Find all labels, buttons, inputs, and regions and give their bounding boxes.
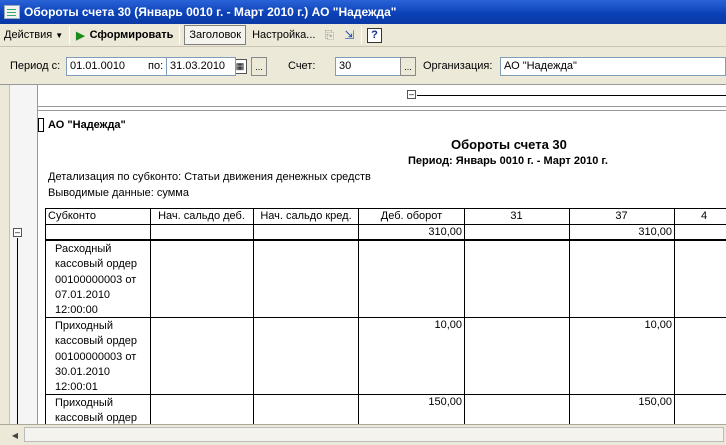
col-deb-turnover-header: Деб. оборот bbox=[359, 208, 465, 225]
header-toggle-label: Заголовок bbox=[189, 29, 242, 41]
form-report-button[interactable]: ▶ Сформировать bbox=[72, 25, 177, 45]
form-report-label: Сформировать bbox=[89, 29, 174, 41]
table-cell bbox=[674, 240, 726, 318]
table-cell bbox=[254, 317, 359, 395]
row-collapse-icon[interactable]: – bbox=[13, 228, 22, 237]
dropdown-arrow-icon: ▼ bbox=[55, 30, 64, 40]
table-cell bbox=[359, 240, 465, 318]
table-cell bbox=[464, 317, 570, 395]
report-detail: Детализация по субконто: Статьи движения… bbox=[48, 171, 371, 183]
column-group-line bbox=[417, 95, 726, 96]
settings-label: Настройка... bbox=[252, 29, 316, 41]
table-cell bbox=[254, 224, 359, 241]
col-4-header: 4 bbox=[674, 208, 726, 225]
period-from-label: Период с: bbox=[10, 60, 61, 72]
window-title: Обороты счета 30 (Январь 0010 г. - Март … bbox=[24, 5, 397, 19]
period-to-input[interactable]: 31.03.2010 bbox=[166, 57, 236, 76]
organization-input[interactable]: АО "Надежда" bbox=[500, 57, 726, 76]
table-cell bbox=[674, 394, 726, 424]
table-cell bbox=[464, 224, 570, 241]
report-window-icon bbox=[4, 5, 20, 19]
table-cell: 10,00 bbox=[569, 317, 675, 395]
organization-label: Организация: bbox=[423, 60, 493, 72]
table-row-subkonto: Расходный кассовый ордер 00100000003 от … bbox=[45, 240, 151, 318]
account-select-button[interactable]: ... bbox=[400, 57, 416, 76]
table-cell bbox=[569, 240, 675, 318]
table-cell bbox=[464, 394, 570, 424]
table-row-total-subkonto bbox=[45, 224, 151, 241]
table-cell bbox=[254, 394, 359, 424]
actions-menu[interactable]: Действия ▼ bbox=[0, 25, 67, 45]
table-cell bbox=[464, 240, 570, 318]
table-cell: 310,00 bbox=[569, 224, 675, 241]
help-button[interactable]: ? bbox=[364, 25, 384, 45]
row-group-line bbox=[17, 238, 18, 424]
scroll-track[interactable] bbox=[24, 427, 724, 442]
toolbar-separator bbox=[179, 26, 181, 44]
settings-button[interactable]: Настройка... bbox=[248, 25, 319, 45]
account-input[interactable]: 30 bbox=[335, 57, 401, 76]
period-to-label: по: bbox=[148, 60, 164, 72]
table-cell bbox=[674, 224, 726, 241]
table-cell: 10,00 bbox=[359, 317, 465, 395]
play-icon: ▶ bbox=[76, 29, 85, 42]
table-cell: 310,00 bbox=[359, 224, 465, 241]
table-row-subkonto: Приходный кассовый ордер bbox=[45, 394, 151, 424]
table-cell: 150,00 bbox=[569, 394, 675, 424]
table-cell bbox=[150, 317, 254, 395]
column-header-strip bbox=[38, 107, 726, 111]
actions-label: Действия bbox=[4, 29, 53, 41]
period-select-button[interactable]: ... bbox=[251, 57, 267, 76]
help-icon: ? bbox=[366, 27, 382, 43]
toolbar-separator bbox=[69, 26, 71, 44]
col-subkonto-header: Субконто bbox=[45, 208, 151, 225]
col-31-header: 31 bbox=[464, 208, 570, 225]
col-37-header: 37 bbox=[569, 208, 675, 225]
table-cell bbox=[254, 240, 359, 318]
horizontal-scrollbar[interactable]: ◀ bbox=[0, 424, 726, 445]
table-cell bbox=[150, 394, 254, 424]
restore-settings-icon[interactable]: ⇲ bbox=[339, 25, 359, 45]
table-cell bbox=[674, 317, 726, 395]
title-bar: Обороты счета 30 (Январь 0010 г. - Март … bbox=[0, 0, 726, 24]
header-toggle-button[interactable]: Заголовок bbox=[184, 25, 247, 45]
report-title: Обороты счета 30 bbox=[451, 137, 567, 152]
report-output: Выводимые данные: сумма bbox=[48, 187, 189, 199]
column-grouping-band: – bbox=[38, 85, 726, 107]
cell-cursor bbox=[38, 118, 44, 132]
table-cell bbox=[150, 224, 254, 241]
col-start-cred-header: Нач. сальдо кред. bbox=[254, 208, 359, 225]
left-gutter bbox=[0, 85, 10, 424]
col-start-deb-header: Нач. сальдо деб. bbox=[150, 208, 254, 225]
toolbar-separator bbox=[361, 26, 363, 44]
row-grouping-column bbox=[10, 85, 38, 424]
table-cell bbox=[150, 240, 254, 318]
report-period: Период: Январь 0010 г. - Март 2010 г. bbox=[408, 155, 608, 167]
save-settings-icon[interactable]: ⎘ bbox=[319, 25, 339, 45]
scroll-left-icon[interactable]: ◀ bbox=[8, 428, 22, 442]
table-cell: 150,00 bbox=[359, 394, 465, 424]
filter-panel: Период с: 01.01.0010 ▦ по: 31.03.2010 ..… bbox=[0, 55, 726, 79]
report-org: АО "Надежда" bbox=[48, 119, 126, 131]
toolbar: Действия ▼ ▶ Сформировать Заголовок Наст… bbox=[0, 24, 726, 47]
account-label: Счет: bbox=[288, 60, 316, 72]
column-collapse-icon[interactable]: – bbox=[407, 90, 416, 99]
table-row-subkonto: Приходный кассовый ордер 00100000003 от … bbox=[45, 317, 151, 395]
